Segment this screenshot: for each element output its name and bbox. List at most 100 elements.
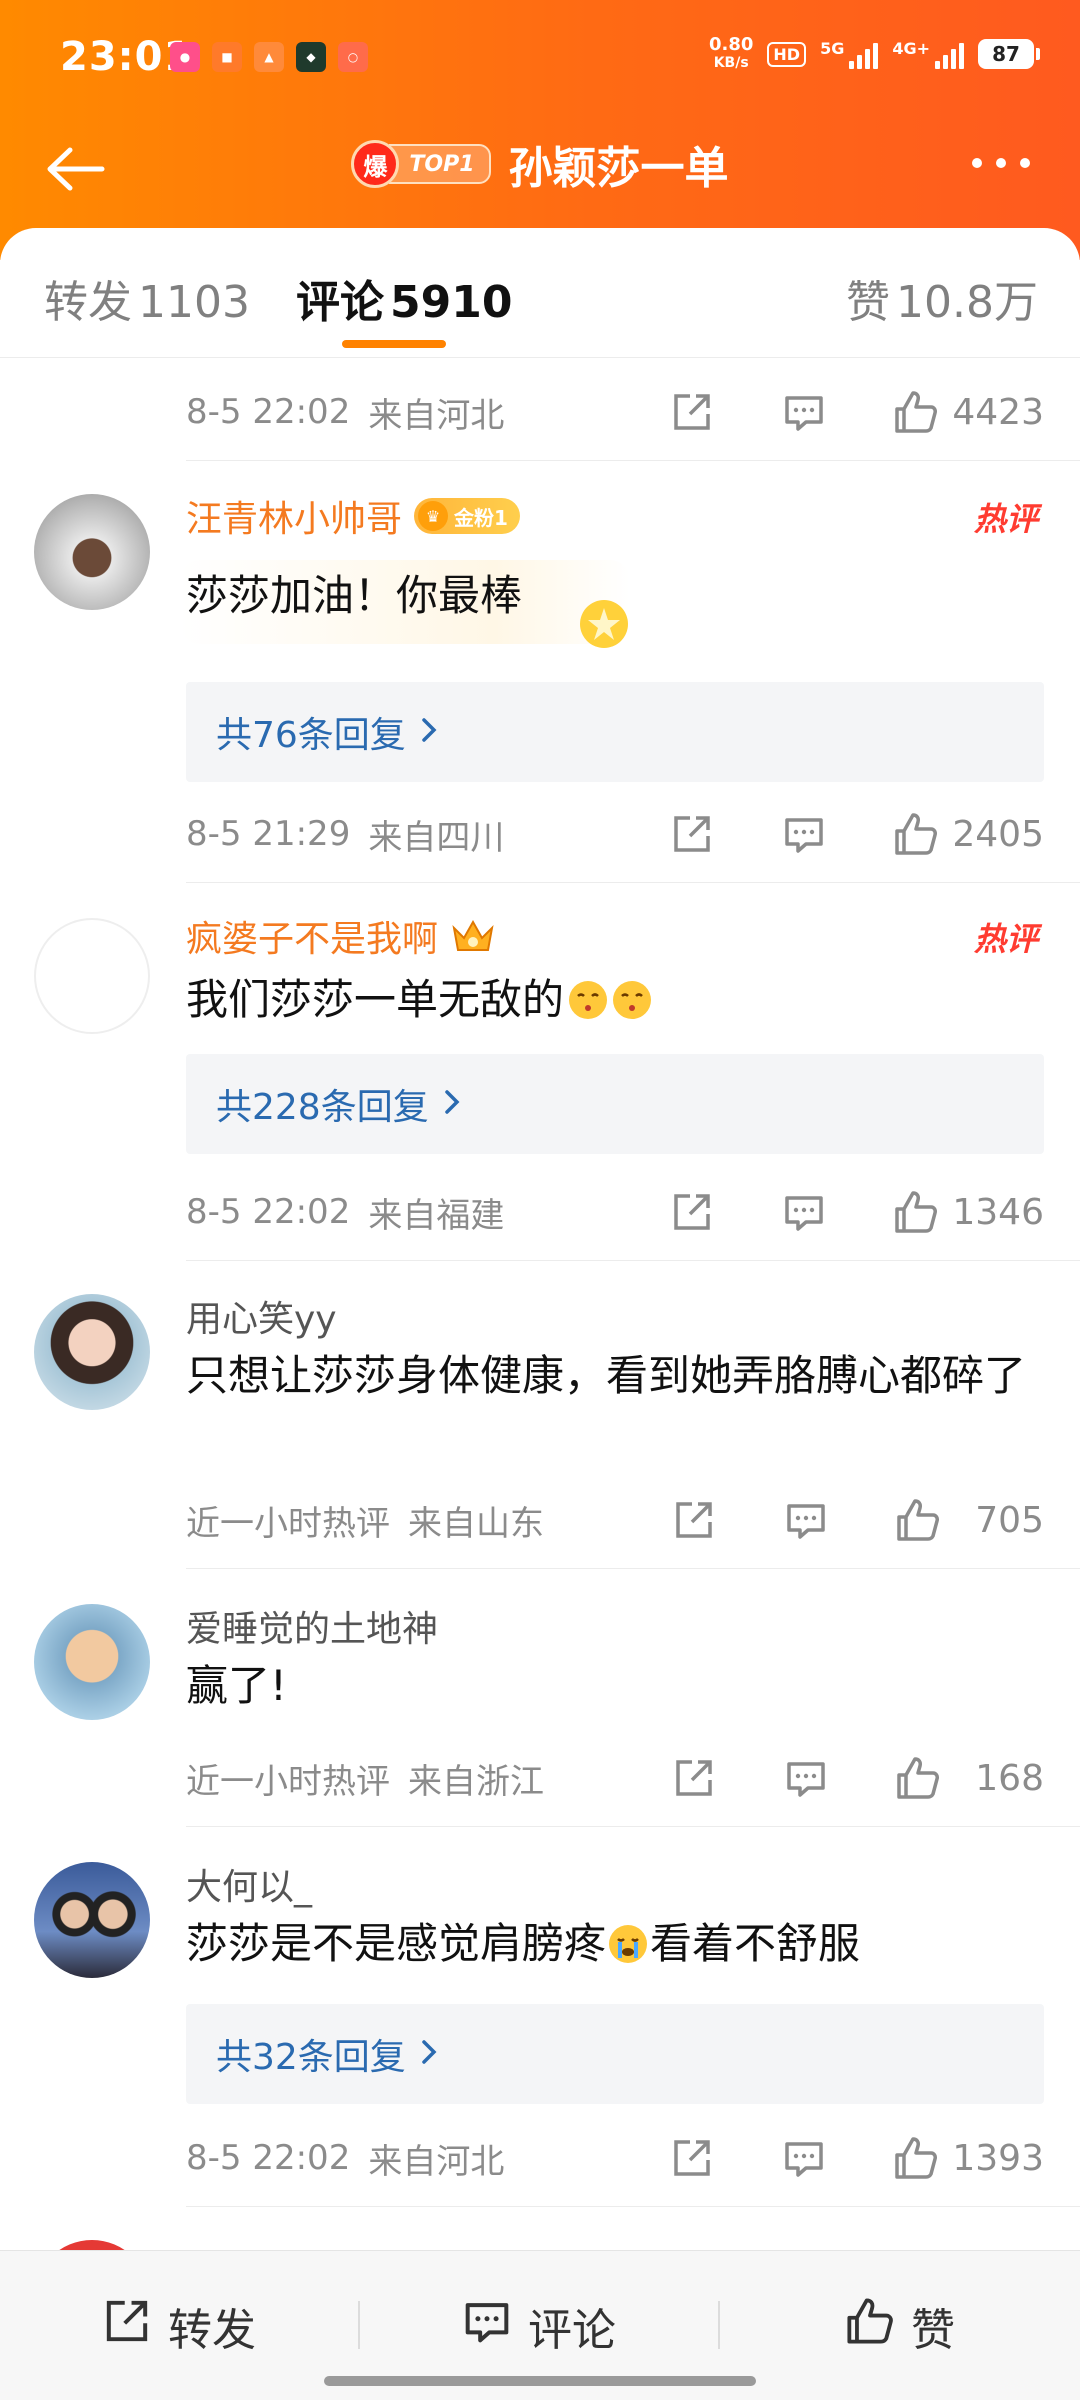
kiss-emoji-icon — [566, 978, 610, 1022]
app-notification-icon: ○ — [338, 42, 368, 72]
net-speed-value: 0.80 — [708, 34, 754, 55]
reply-icon[interactable] — [780, 1188, 828, 1236]
like-icon[interactable] — [892, 2134, 940, 2182]
like-icon[interactable] — [894, 1496, 942, 1544]
hot-comment-tag: 热评 — [973, 920, 1038, 958]
crying-emoji-icon — [606, 1922, 650, 1966]
username[interactable]: 爱睡觉的土地神 — [186, 1600, 1044, 1652]
signal-4g-icon: 4G+ — [892, 39, 964, 69]
fan-badge: ♛ 金粉1 — [414, 498, 520, 534]
like-count: 705 — [975, 1499, 1044, 1541]
comment-text: 只想让莎莎身体健康，看到她弄胳膊心都碎了 — [186, 1351, 1027, 1400]
reply-icon[interactable] — [782, 1496, 830, 1544]
comment-divider — [186, 882, 1080, 883]
like-label: 赞 — [911, 2305, 955, 2356]
avatar[interactable] — [34, 1604, 150, 1720]
username[interactable]: 用心笑yy — [186, 1290, 1044, 1342]
header: 23:01 ● ■ ▲ ◆ ○ 0.80 KB/s HD 5G 4G+ 87 爆… — [0, 0, 1080, 260]
reply-count-label: 共228条回复 — [216, 1087, 429, 1128]
avatar[interactable] — [34, 494, 150, 610]
like-icon[interactable] — [892, 1188, 940, 1236]
hot-rank-badge: 爆 TOP1 — [351, 140, 491, 188]
bottom-action-bar: 转发 评论 赞 — [0, 2250, 1080, 2400]
comment-time: 8-5 22:02 — [186, 1192, 351, 1232]
like-button[interactable]: 赞 — [720, 2251, 1080, 2400]
reply-icon[interactable] — [780, 810, 828, 858]
battery-icon: 87 — [978, 39, 1040, 69]
share-icon[interactable] — [670, 1754, 718, 1802]
username[interactable]: 汪青林小帅哥 ♛ 金粉1 — [186, 490, 1044, 542]
tab-comments[interactable]: 评论 5910 — [296, 266, 512, 330]
like-count: 1393 — [952, 2137, 1044, 2179]
tab-count: 10.8万 — [896, 277, 1038, 328]
view-replies-button[interactable]: 共228条回复 — [186, 1054, 1044, 1154]
comment-location: 来自河北 — [368, 395, 505, 436]
chevron-right-icon — [420, 2034, 438, 2075]
tab-reposts[interactable]: 转发 1103 — [44, 266, 250, 330]
comment-actions: 1393 — [668, 2128, 1044, 2188]
hd-icon: HD — [767, 41, 807, 67]
more-options-icon[interactable] — [972, 158, 1030, 168]
crown-badge-icon — [450, 916, 496, 956]
status-indicators: 0.80 KB/s HD 5G 4G+ 87 — [709, 36, 1040, 72]
app-notification-icon: ■ — [212, 42, 242, 72]
like-count: 168 — [975, 1757, 1044, 1799]
username[interactable]: 大何以_ — [186, 1858, 1044, 1910]
comment-text: 莎莎是不是感觉肩膀疼 — [186, 1919, 607, 1968]
repost-button[interactable]: 转发 — [0, 2251, 358, 2400]
tab-count: 1103 — [138, 277, 250, 328]
username-text: 用心笑yy — [186, 1299, 337, 1340]
share-icon[interactable] — [670, 1496, 718, 1544]
share-icon[interactable] — [668, 810, 716, 858]
comment-actions: 705 — [670, 1490, 1044, 1550]
comment-actions: 2405 — [668, 804, 1044, 864]
like-icon — [845, 2296, 895, 2357]
signal-label: 4G+ — [892, 39, 930, 58]
active-tab-indicator — [342, 340, 446, 348]
home-indicator[interactable] — [324, 2376, 756, 2386]
comment-actions: 4423 — [668, 382, 1044, 442]
avatar[interactable] — [34, 918, 150, 1034]
comment-text-row: 莎莎是不是感觉肩膀疼 看着不舒服 — [186, 1914, 1044, 1974]
reply-icon[interactable] — [780, 2134, 828, 2182]
comment-meta: 近一小时热评 来自山东 705 — [186, 1490, 1044, 1550]
avatar[interactable] — [34, 1862, 150, 1978]
like-icon[interactable] — [894, 1754, 942, 1802]
signal-5g-icon: 5G — [820, 39, 879, 69]
page-title: 孙颖莎一单 — [508, 143, 729, 194]
view-replies-button[interactable]: 共76条回复 — [186, 682, 1044, 782]
battery-level: 87 — [978, 39, 1034, 69]
username-text: 大何以_ — [186, 1867, 313, 1908]
fan-badge-label: 金粉1 — [454, 505, 508, 530]
share-icon[interactable] — [668, 388, 716, 436]
comment-meta: 近一小时热评 来自浙江 168 — [186, 1748, 1044, 1808]
reply-icon[interactable] — [782, 1754, 830, 1802]
tab-label: 转发 — [44, 277, 132, 328]
share-icon[interactable] — [668, 2134, 716, 2182]
chevron-right-icon — [420, 712, 438, 753]
reply-icon[interactable] — [780, 388, 828, 436]
reply-count-label: 共32条回复 — [216, 2037, 406, 2078]
share-icon — [102, 2296, 152, 2357]
status-bar: 23:01 ● ■ ▲ ◆ ○ 0.80 KB/s HD 5G 4G+ 87 — [0, 0, 1080, 120]
like-icon[interactable] — [892, 810, 940, 858]
comment-meta: 8-5 22:02 来自河北 1393 — [186, 2128, 1044, 2188]
comment-divider — [186, 2206, 1080, 2207]
nav-bar: 爆 TOP1 孙颖莎一单 — [0, 120, 1080, 220]
comment-actions: 1346 — [668, 1182, 1044, 1242]
notification-icons: ● ■ ▲ ◆ ○ — [170, 42, 368, 72]
comment-text-row: 我们莎莎一单无敌的 — [186, 970, 1044, 1030]
avatar[interactable] — [34, 1294, 150, 1410]
app-notification-icon: ● — [170, 42, 200, 72]
username-text: 疯婆子不是我啊 — [186, 919, 439, 960]
tab-likes[interactable]: 赞 10.8万 — [846, 266, 1038, 330]
like-icon[interactable] — [892, 388, 940, 436]
comment-item: 大何以_ 莎莎是不是感觉肩膀疼 看着不舒服 共32条回复 — [0, 1858, 1080, 2118]
share-icon[interactable] — [668, 1188, 716, 1236]
username[interactable]: 疯婆子不是我啊 — [186, 910, 1044, 962]
comment-text: 赢了! — [186, 1661, 287, 1710]
signal-label: 5G — [820, 39, 845, 58]
view-replies-button[interactable]: 共32条回复 — [186, 2004, 1044, 2104]
comment-divider — [186, 1826, 1080, 1827]
tab-bar: 转发 1103 评论 5910 赞 10.8万 — [0, 228, 1080, 358]
